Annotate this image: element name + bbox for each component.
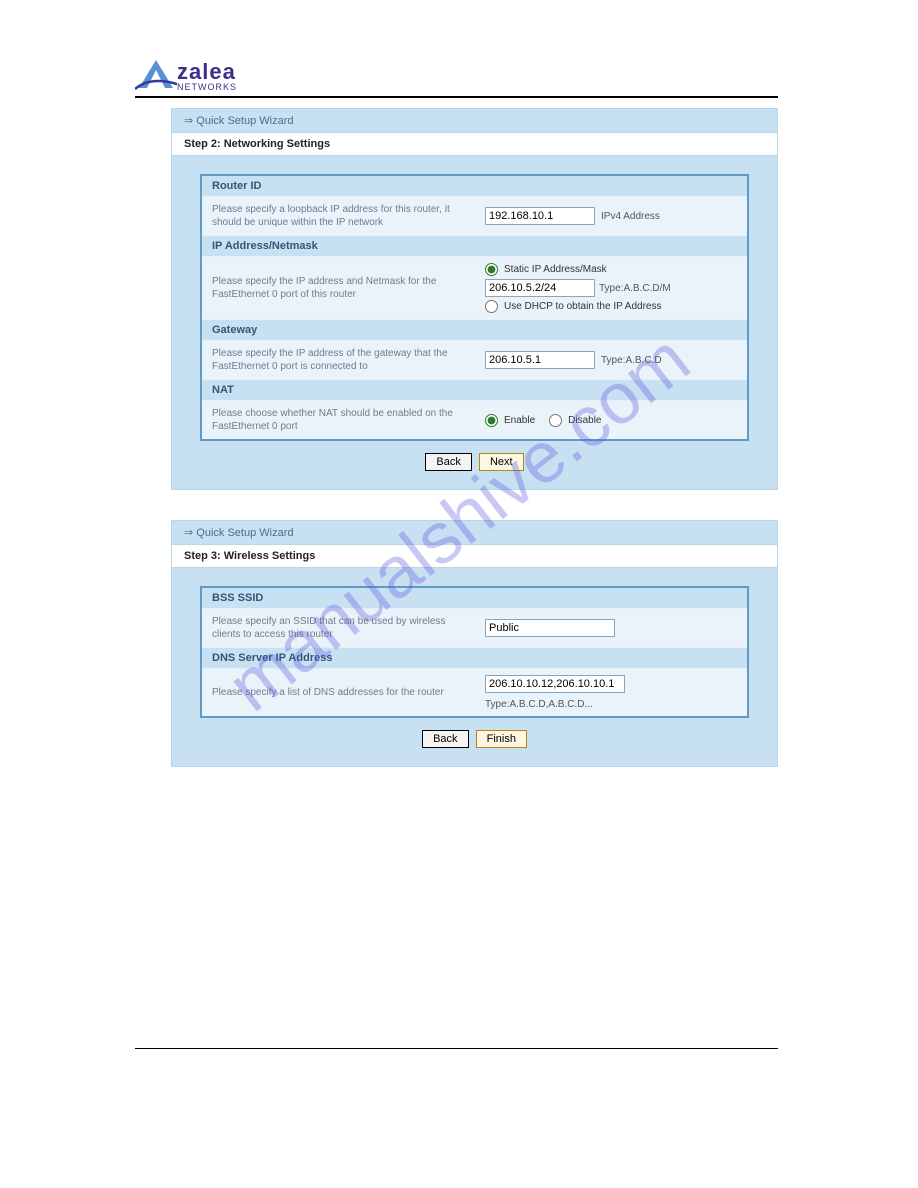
wizard-step2: ⇒ Quick Setup Wizard Step 2: Networking … — [171, 108, 778, 490]
footer-rule — [135, 1048, 778, 1049]
back-button-step2[interactable]: Back — [425, 453, 471, 471]
section-ssid: BSS SSID — [202, 588, 747, 609]
row-router-id: Please specify a loopback IP address for… — [202, 197, 747, 236]
next-button-step2[interactable]: Next — [479, 453, 524, 471]
section-gateway: Gateway — [202, 320, 747, 341]
input-ssid[interactable] — [485, 619, 615, 637]
wizard-breadcrumb: ⇒ Quick Setup Wizard — [172, 109, 777, 133]
input-ip-netmask[interactable] — [485, 279, 595, 297]
row-gateway: Please specify the IP address of the gat… — [202, 341, 747, 380]
radio-nat-enable[interactable] — [485, 414, 498, 427]
desc-ssid: Please specify an SSID that can be used … — [212, 615, 475, 641]
suffix-dns: Type:A.B.C.D,A.B.C.D... — [485, 699, 593, 710]
desc-nat: Please choose whether NAT should be enab… — [212, 407, 475, 433]
brand-sub: NETWORKS — [177, 83, 237, 92]
label-nat-disable: Disable — [568, 415, 601, 426]
brand-name: zalea — [177, 61, 237, 83]
section-ip-netmask: IP Address/Netmask — [202, 236, 747, 257]
row-ssid: Please specify an SSID that can be used … — [202, 609, 747, 648]
section-dns: DNS Server IP Address — [202, 648, 747, 669]
row-ip-netmask: Please specify the IP address and Netmas… — [202, 257, 747, 320]
section-nat: NAT — [202, 380, 747, 401]
radio-dhcp[interactable] — [485, 300, 498, 313]
radio-nat-disable[interactable] — [549, 414, 562, 427]
step2-title: Step 2: Networking Settings — [172, 133, 777, 156]
row-dns: Please specify a list of DNS addresses f… — [202, 669, 747, 716]
suffix-router-id: IPv4 Address — [601, 211, 660, 222]
radio-static-ip[interactable] — [485, 263, 498, 276]
brand-logo: zalea NETWORKS — [135, 56, 778, 92]
row-nat: Please choose whether NAT should be enab… — [202, 401, 747, 439]
suffix-gateway: Type:A.B.C.D — [601, 355, 662, 366]
step2-form: Router ID Please specify a loopback IP a… — [200, 174, 749, 441]
step3-form: BSS SSID Please specify an SSID that can… — [200, 586, 749, 718]
section-router-id: Router ID — [202, 176, 747, 197]
logo-icon — [135, 56, 177, 92]
label-static-ip: Static IP Address/Mask — [504, 264, 607, 275]
desc-router-id: Please specify a loopback IP address for… — [212, 203, 475, 229]
input-gateway[interactable] — [485, 351, 595, 369]
header-rule — [135, 96, 778, 98]
label-dhcp: Use DHCP to obtain the IP Address — [504, 301, 662, 312]
input-router-id[interactable] — [485, 207, 595, 225]
desc-dns: Please specify a list of DNS addresses f… — [212, 686, 475, 699]
finish-button-step3[interactable]: Finish — [476, 730, 527, 748]
wizard-step3: ⇒ Quick Setup Wizard Step 3: Wireless Se… — [171, 520, 778, 767]
input-dns[interactable] — [485, 675, 625, 693]
suffix-ip-netmask: Type:A.B.C.D/M — [599, 283, 671, 294]
step3-title: Step 3: Wireless Settings — [172, 545, 777, 568]
desc-gateway: Please specify the IP address of the gat… — [212, 347, 475, 373]
desc-ip-netmask: Please specify the IP address and Netmas… — [212, 275, 475, 301]
label-nat-enable: Enable — [504, 415, 535, 426]
wizard-breadcrumb-3: ⇒ Quick Setup Wizard — [172, 521, 777, 545]
back-button-step3[interactable]: Back — [422, 730, 468, 748]
